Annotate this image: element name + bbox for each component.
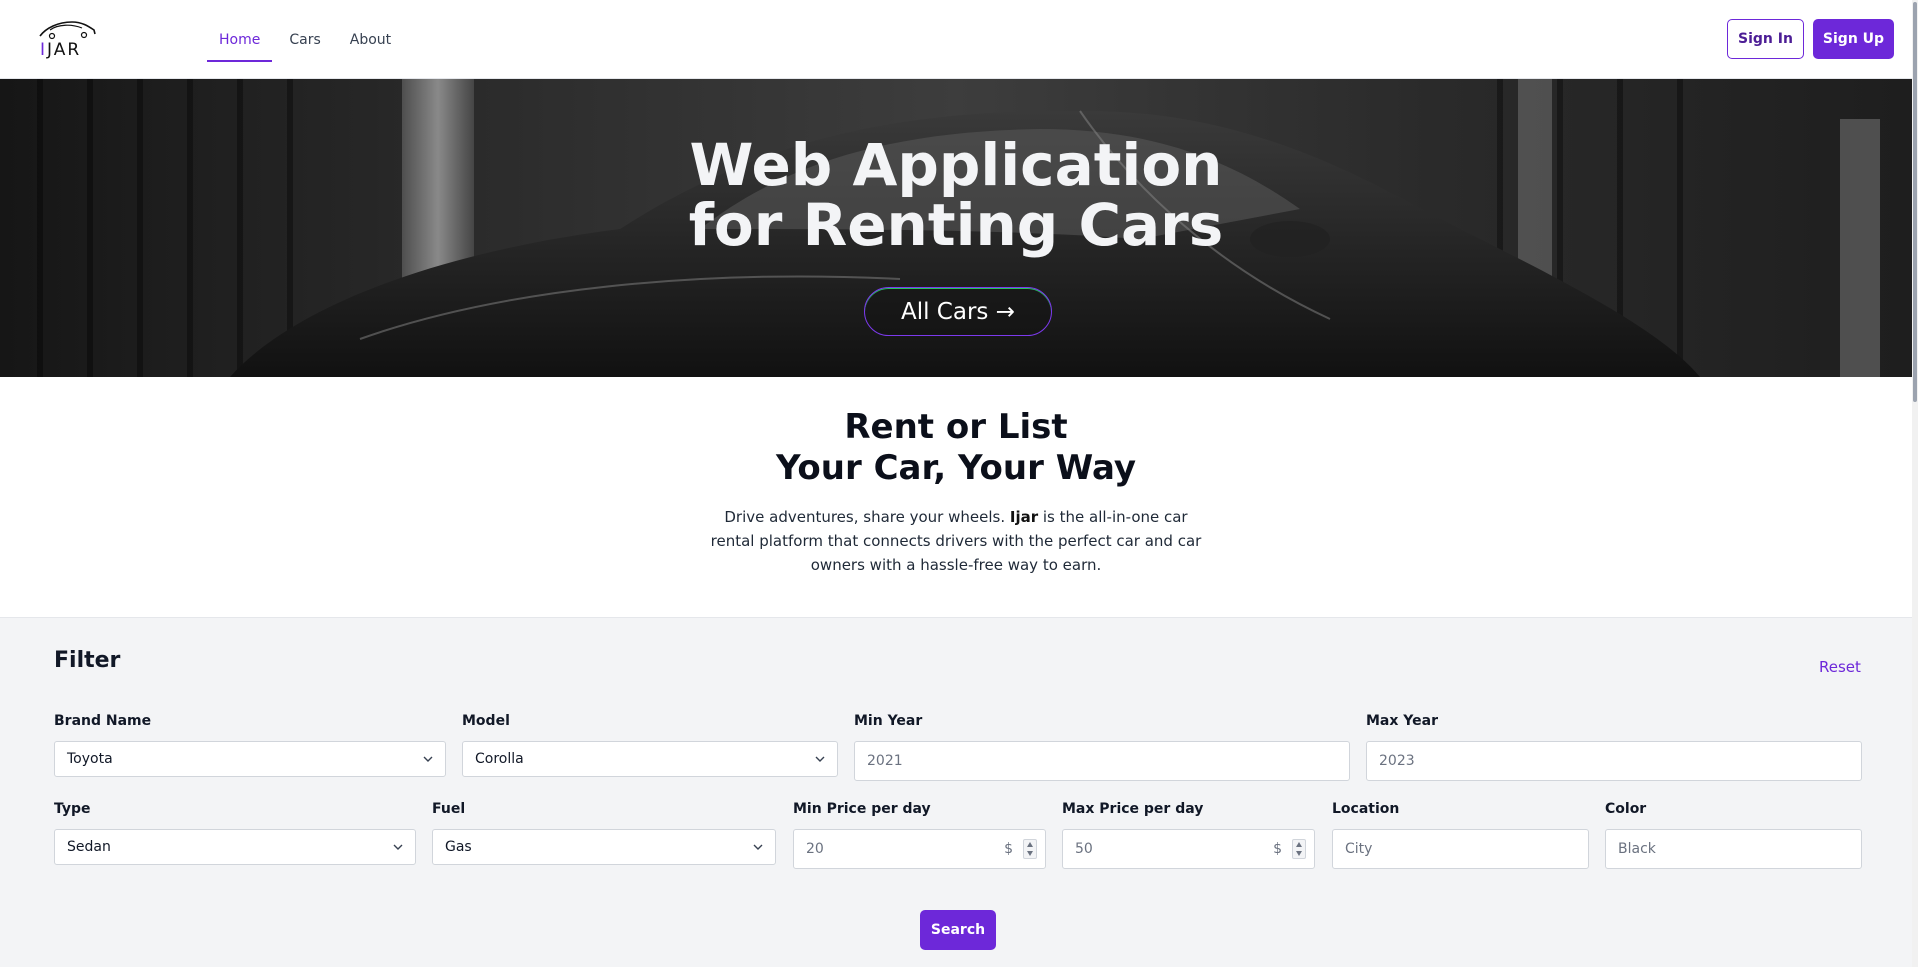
color-input[interactable]: Black (1605, 829, 1862, 869)
brand-label: Brand Name (54, 713, 152, 729)
min-year-label: Min Year (854, 713, 923, 729)
nav-about[interactable]: About (338, 22, 403, 58)
nav-home[interactable]: Home (207, 22, 273, 62)
location-input[interactable]: City (1332, 829, 1589, 869)
max-price-label: Max Price per day (1062, 801, 1204, 817)
max-year-input[interactable]: 2023 (1366, 741, 1862, 781)
ijar-logo[interactable]: IJAR (38, 18, 98, 60)
filter-panel: Filter Reset Brand Name Toyota Model Cor… (0, 617, 1912, 967)
number-spinner[interactable] (1292, 839, 1306, 859)
intro-heading: Rent or List Your Car, Your Way (775, 407, 1137, 488)
scrollbar-thumb[interactable] (1913, 2, 1917, 402)
intro-section: Rent or List Your Car, Your Way Drive ad… (0, 377, 1912, 617)
max-price-input[interactable]: 50 $ (1062, 829, 1315, 869)
search-button[interactable]: Search (920, 910, 996, 950)
brand-select[interactable]: Toyota (54, 741, 446, 777)
min-price-label: Min Price per day (793, 801, 931, 817)
top-navbar: IJAR Home Cars About Sign In Sign Up (0, 0, 1918, 79)
chevron-down-icon (815, 756, 825, 762)
currency-unit: $ (1273, 841, 1282, 857)
model-label: Model (462, 713, 510, 729)
type-label: Type (54, 801, 91, 817)
min-price-input[interactable]: 20 $ (793, 829, 1046, 869)
all-cars-button[interactable]: All Cars → (864, 287, 1052, 336)
fuel-label: Fuel (432, 801, 466, 817)
reset-link[interactable]: Reset (1819, 658, 1861, 676)
car-logo-icon (39, 21, 96, 40)
logo-wordmark: IJAR (40, 40, 82, 60)
number-spinner[interactable] (1023, 839, 1037, 859)
min-year-input[interactable]: 2021 (854, 741, 1350, 781)
page-scrollbar[interactable] (1912, 0, 1918, 967)
filter-heading: Filter (54, 648, 121, 673)
fuel-select[interactable]: Gas (432, 829, 776, 865)
model-select[interactable]: Corolla (462, 741, 838, 777)
nav-cars[interactable]: Cars (277, 22, 332, 58)
chevron-down-icon (753, 844, 763, 850)
currency-unit: $ (1004, 841, 1013, 857)
max-year-label: Max Year (1366, 713, 1438, 729)
chevron-down-icon (423, 756, 433, 762)
sign-up-button[interactable]: Sign Up (1813, 19, 1894, 59)
brand-name: Ijar (1009, 508, 1039, 526)
main-nav: Home Cars About (207, 0, 408, 79)
color-label: Color (1605, 801, 1647, 817)
hero-banner: Web Application for Renting Cars All Car… (0, 79, 1912, 377)
chevron-down-icon (393, 844, 403, 850)
location-label: Location (1332, 801, 1400, 817)
intro-description: Drive adventures, share your wheels. Ija… (710, 508, 1202, 574)
type-select[interactable]: Sedan (54, 829, 416, 865)
hero-title: Web Application for Renting Cars (688, 131, 1224, 259)
sign-in-button[interactable]: Sign In (1727, 19, 1804, 59)
